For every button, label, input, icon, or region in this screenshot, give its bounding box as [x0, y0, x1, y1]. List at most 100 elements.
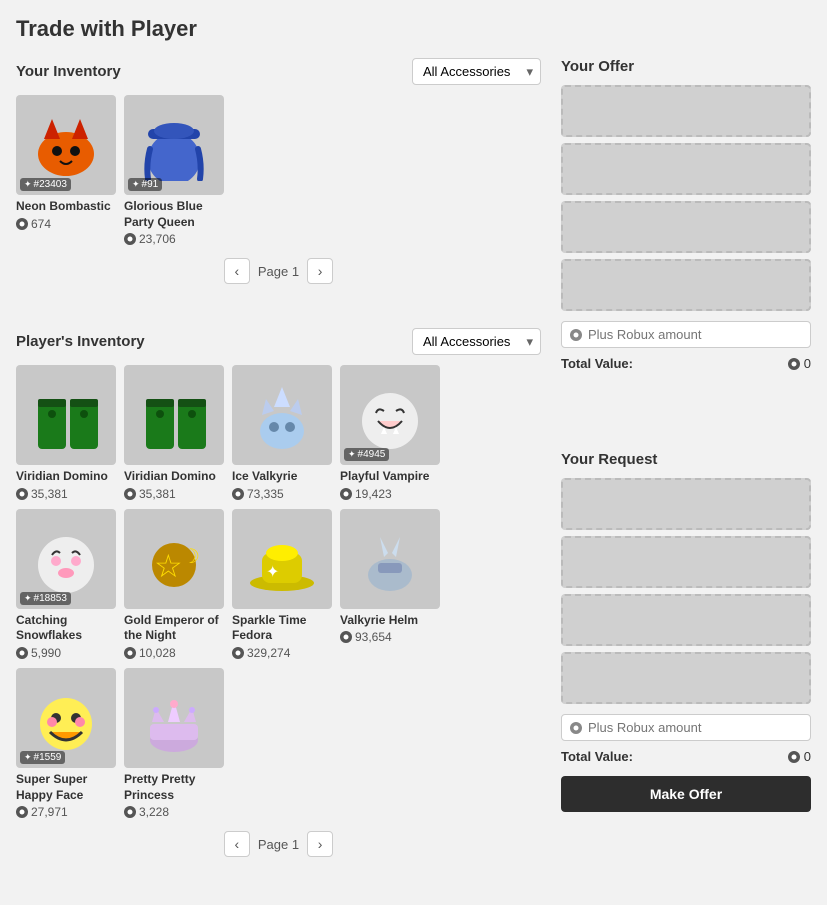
- inventory-item-glorious-blue[interactable]: ✦ #91 Glorious Blue Party Queen 23,706: [124, 95, 224, 246]
- your-offer-slots: [561, 85, 811, 311]
- item-name-valkyrie-helm: Valkyrie Helm: [340, 613, 440, 629]
- robux-icon: [124, 647, 136, 659]
- your-request-robux-wrapper[interactable]: [561, 714, 811, 741]
- item-thumb-neon-bombastic: ✦ #23403: [16, 95, 116, 195]
- your-offer-section: Your Offer Total Value: 0: [561, 58, 811, 371]
- inventory-item-pretty-princess[interactable]: ✦ Pretty Pretty Princess 3,228: [124, 668, 224, 819]
- item-value-neon-bombastic: 674: [16, 217, 116, 231]
- item-name-viridian-1: Viridian Domino: [16, 469, 116, 485]
- inventory-item-super-happy-face[interactable]: ✦ #1559 Super Super Happy Face 27,971: [16, 668, 116, 819]
- your-request-total-row: Total Value: 0: [561, 749, 811, 764]
- your-inventory-header: Your Inventory All Accessories: [16, 58, 541, 85]
- svg-text:☆: ☆: [154, 548, 183, 584]
- inventory-item-ice-valkyrie[interactable]: Ice Valkyrie 73,335: [232, 365, 332, 501]
- item-badge-super-happy: ✦ #1559: [20, 751, 65, 764]
- make-offer-button[interactable]: Make Offer: [561, 776, 811, 812]
- item-name-catching-snowflakes: Catching Snowflakes: [16, 613, 116, 644]
- your-request-title: Your Request: [561, 451, 811, 468]
- robux-icon: [16, 806, 28, 818]
- your-inventory-next-btn[interactable]: ›: [307, 258, 333, 284]
- item-badge-neon-bombastic: ✦ #23403: [20, 178, 71, 191]
- left-panel: Your Inventory All Accessories ✦ #23403: [16, 58, 541, 873]
- your-inventory-grid: ✦ #23403 Neon Bombastic 674 ✦: [16, 95, 541, 246]
- robux-icon: [232, 488, 244, 500]
- inventory-item-neon-bombastic[interactable]: ✦ #23403 Neon Bombastic 674: [16, 95, 116, 246]
- item-name-gold-emperor: Gold Emperor of the Night: [124, 613, 224, 644]
- your-offer-robux-input[interactable]: [588, 327, 802, 342]
- your-inventory-dropdown-wrapper[interactable]: All Accessories: [412, 58, 541, 85]
- players-inventory-next-btn[interactable]: ›: [307, 831, 333, 857]
- your-offer-slot-3[interactable]: [561, 201, 811, 253]
- robux-icon-total: [788, 358, 800, 370]
- your-offer-title: Your Offer: [561, 58, 811, 75]
- right-panel-divider: [561, 371, 811, 391]
- page-title: Trade with Player: [16, 16, 811, 42]
- robux-icon: [232, 647, 244, 659]
- your-inventory-dropdown[interactable]: All Accessories: [412, 58, 541, 85]
- item-name-playful-vampire: Playful Vampire: [340, 469, 440, 485]
- item-name-glorious-blue: Glorious Blue Party Queen: [124, 199, 224, 230]
- your-offer-slot-1[interactable]: [561, 85, 811, 137]
- your-offer-total-label: Total Value:: [561, 356, 633, 371]
- robux-icon: [124, 233, 136, 245]
- robux-icon: [340, 488, 352, 500]
- players-inventory-grid: Viridian Domino 35,381 Viridian Domino 3…: [16, 365, 541, 819]
- item-value-glorious-blue: 23,706: [124, 232, 224, 246]
- your-offer-total-amount: 0: [788, 356, 811, 371]
- svg-text:✦: ✦: [266, 564, 279, 581]
- section-gap: [16, 300, 541, 328]
- players-inventory-page-label: Page 1: [258, 837, 299, 852]
- inventory-item-gold-emperor[interactable]: ☆ ☽ Gold Emperor of the Night 10,028: [124, 509, 224, 660]
- item-name-super-happy-face: Super Super Happy Face: [16, 772, 116, 803]
- item-name-sparkle-fedora: Sparkle Time Fedora: [232, 613, 332, 644]
- players-inventory-pagination: ‹ Page 1 ›: [16, 831, 541, 857]
- item-name-neon-bombastic: Neon Bombastic: [16, 199, 116, 215]
- your-offer-slot-2[interactable]: [561, 143, 811, 195]
- players-inventory-title: Player's Inventory: [16, 333, 145, 350]
- inventory-item-valkyrie-helm[interactable]: Valkyrie Helm 93,654: [340, 509, 440, 660]
- inventory-item-playful-vampire[interactable]: ✦ #4945 Playful Vampire 19,423: [340, 365, 440, 501]
- inventory-item-viridian-domino-2[interactable]: Viridian Domino 35,381: [124, 365, 224, 501]
- your-offer-robux-wrapper[interactable]: [561, 321, 811, 348]
- robux-icon-request-total: [788, 751, 800, 763]
- players-inventory-prev-btn[interactable]: ‹: [224, 831, 250, 857]
- item-name-pretty-princess: Pretty Pretty Princess: [124, 772, 224, 803]
- spacer: [561, 391, 811, 451]
- your-request-slot-1[interactable]: [561, 478, 811, 530]
- players-inventory-dropdown-wrapper[interactable]: All Accessories: [412, 328, 541, 355]
- inventory-item-viridian-domino-1[interactable]: Viridian Domino 35,381: [16, 365, 116, 501]
- your-inventory-pagination: ‹ Page 1 ›: [16, 258, 541, 284]
- your-request-slot-3[interactable]: [561, 594, 811, 646]
- robux-icon: [16, 647, 28, 659]
- robux-icon: [124, 488, 136, 500]
- robux-icon: [16, 218, 28, 230]
- players-inventory-header: Player's Inventory All Accessories: [16, 328, 541, 355]
- item-badge-glorious-blue: ✦ #91: [128, 178, 162, 191]
- your-request-total-amount: 0: [788, 749, 811, 764]
- players-inventory-dropdown[interactable]: All Accessories: [412, 328, 541, 355]
- your-inventory-prev-btn[interactable]: ‹: [224, 258, 250, 284]
- your-request-slots: [561, 478, 811, 704]
- inventory-item-catching-snowflakes[interactable]: ✦ #18853 Catching Snowflakes 5,990: [16, 509, 116, 660]
- robux-icon-offer: [570, 329, 582, 341]
- your-request-slot-4[interactable]: [561, 652, 811, 704]
- your-offer-slot-4[interactable]: [561, 259, 811, 311]
- robux-icon-request: [570, 722, 582, 734]
- your-inventory-title: Your Inventory: [16, 63, 121, 80]
- robux-icon: [124, 806, 136, 818]
- svg-text:☽: ☽: [182, 546, 200, 568]
- right-panel: Your Offer Total Value: 0: [561, 58, 811, 873]
- your-request-section: Your Request Total Value: 0 Make Offer: [561, 451, 811, 812]
- your-offer-total-row: Total Value: 0: [561, 356, 811, 371]
- robux-icon: [340, 631, 352, 643]
- item-badge-catching-snowflakes: ✦ #18853: [20, 592, 71, 605]
- item-name-ice-valkyrie: Ice Valkyrie: [232, 469, 332, 485]
- your-request-robux-input[interactable]: [588, 720, 802, 735]
- item-name-viridian-2: Viridian Domino: [124, 469, 224, 485]
- item-badge-playful-vampire: ✦ #4945: [344, 448, 389, 461]
- robux-icon: [16, 488, 28, 500]
- your-request-total-label: Total Value:: [561, 749, 633, 764]
- inventory-item-sparkle-fedora[interactable]: ✦ Sparkle Time Fedora 329,274: [232, 509, 332, 660]
- your-request-slot-2[interactable]: [561, 536, 811, 588]
- item-thumb-glorious-blue: ✦ #91: [124, 95, 224, 195]
